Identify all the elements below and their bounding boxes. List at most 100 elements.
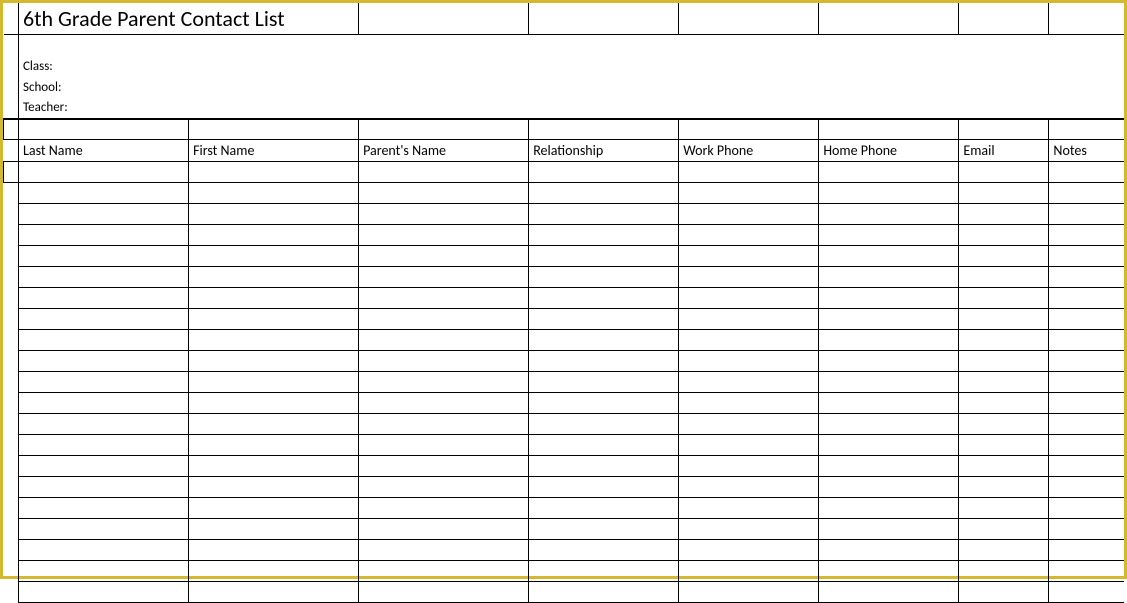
cell[interactable] [529, 456, 679, 477]
cell[interactable] [189, 498, 359, 519]
cell[interactable] [529, 540, 679, 561]
cell[interactable] [359, 582, 529, 603]
cell[interactable] [1049, 162, 1124, 183]
cell[interactable] [19, 288, 189, 309]
cell[interactable] [679, 225, 819, 246]
cell[interactable] [359, 225, 529, 246]
cell[interactable] [529, 162, 679, 183]
cell[interactable] [19, 498, 189, 519]
cell[interactable] [679, 435, 819, 456]
cell[interactable] [819, 456, 959, 477]
cell[interactable] [189, 477, 359, 498]
cell[interactable] [19, 162, 189, 183]
cell[interactable] [959, 582, 1049, 603]
cell[interactable] [819, 183, 959, 204]
cell[interactable] [959, 309, 1049, 330]
cell[interactable] [959, 540, 1049, 561]
cell[interactable] [359, 162, 529, 183]
cell[interactable] [529, 435, 679, 456]
cell[interactable] [359, 330, 529, 351]
cell[interactable] [819, 393, 959, 414]
cell[interactable] [819, 3, 959, 35]
cell[interactable] [959, 414, 1049, 435]
cell[interactable] [959, 435, 1049, 456]
cell[interactable] [1049, 267, 1124, 288]
cell[interactable] [959, 246, 1049, 267]
cell[interactable] [679, 246, 819, 267]
cell[interactable] [19, 435, 189, 456]
cell[interactable] [1049, 435, 1124, 456]
cell[interactable] [819, 477, 959, 498]
cell[interactable] [959, 393, 1049, 414]
cell[interactable] [529, 372, 679, 393]
cell[interactable] [1049, 477, 1124, 498]
cell[interactable] [19, 561, 189, 582]
cell[interactable] [1049, 309, 1124, 330]
cell[interactable] [679, 582, 819, 603]
cell[interactable] [189, 267, 359, 288]
cell[interactable] [679, 267, 819, 288]
cell[interactable] [959, 267, 1049, 288]
cell[interactable] [679, 561, 819, 582]
cell[interactable] [359, 246, 529, 267]
cell[interactable] [819, 498, 959, 519]
cell[interactable] [359, 119, 529, 140]
cell[interactable] [679, 162, 819, 183]
cell[interactable] [679, 498, 819, 519]
cell[interactable] [359, 456, 529, 477]
cell[interactable] [529, 330, 679, 351]
cell[interactable] [359, 477, 529, 498]
cell[interactable] [959, 288, 1049, 309]
cell[interactable] [189, 519, 359, 540]
cell[interactable] [19, 183, 189, 204]
cell[interactable] [679, 183, 819, 204]
cell[interactable] [359, 498, 529, 519]
cell[interactable] [359, 288, 529, 309]
cell[interactable] [189, 540, 359, 561]
cell[interactable] [359, 351, 529, 372]
cell[interactable] [679, 204, 819, 225]
cell[interactable] [19, 330, 189, 351]
cell[interactable] [189, 393, 359, 414]
cell[interactable] [529, 498, 679, 519]
cell[interactable] [19, 267, 189, 288]
cell[interactable] [819, 162, 959, 183]
cell[interactable] [819, 330, 959, 351]
cell[interactable] [679, 288, 819, 309]
cell[interactable] [1049, 561, 1124, 582]
cell[interactable] [529, 246, 679, 267]
cell[interactable] [529, 3, 679, 35]
cell[interactable] [1049, 519, 1124, 540]
cell[interactable] [529, 225, 679, 246]
cell[interactable] [359, 393, 529, 414]
cell[interactable] [679, 119, 819, 140]
cell[interactable] [959, 3, 1049, 35]
cell[interactable] [679, 540, 819, 561]
cell[interactable] [1049, 498, 1124, 519]
cell[interactable] [359, 435, 529, 456]
cell[interactable] [529, 351, 679, 372]
cell[interactable] [1049, 393, 1124, 414]
cell[interactable] [959, 162, 1049, 183]
cell[interactable] [19, 119, 189, 140]
cell[interactable] [819, 582, 959, 603]
cell[interactable] [359, 414, 529, 435]
cell[interactable] [679, 393, 819, 414]
cell[interactable] [819, 435, 959, 456]
cell[interactable] [189, 414, 359, 435]
cell[interactable] [1049, 372, 1124, 393]
cell[interactable] [819, 225, 959, 246]
cell[interactable] [529, 267, 679, 288]
cell[interactable] [679, 414, 819, 435]
cell[interactable] [189, 561, 359, 582]
cell[interactable] [1049, 246, 1124, 267]
cell[interactable] [189, 288, 359, 309]
cell[interactable] [529, 288, 679, 309]
cell[interactable] [189, 372, 359, 393]
cell[interactable] [189, 162, 359, 183]
cell[interactable] [19, 351, 189, 372]
cell[interactable] [819, 540, 959, 561]
cell[interactable] [359, 519, 529, 540]
cell[interactable] [1049, 119, 1124, 140]
cell[interactable] [189, 119, 359, 140]
